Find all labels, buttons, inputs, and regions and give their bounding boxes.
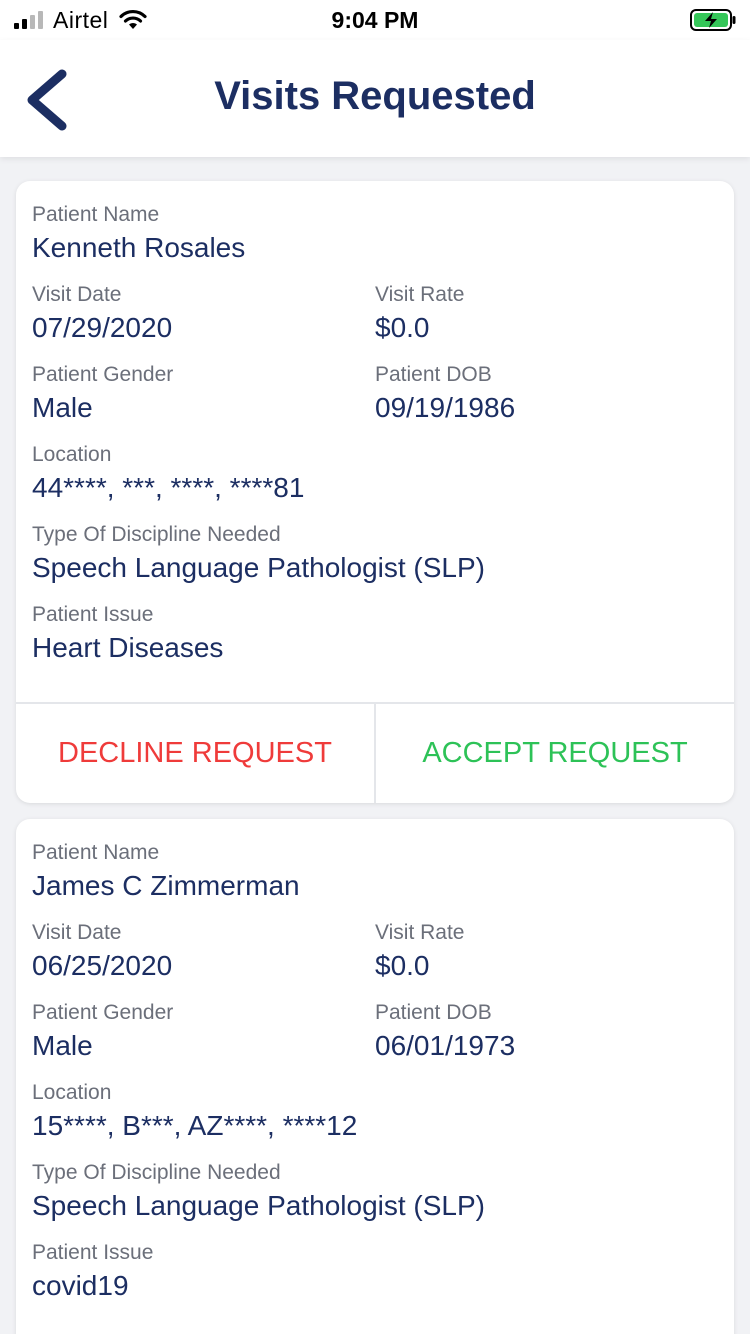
location-field: Location 15****, B***, AZ****, ****12 — [32, 1079, 718, 1145]
visit-date-field: Visit Date 06/25/2020 — [32, 919, 375, 985]
location-label: Location — [32, 1081, 112, 1104]
app-header: Visits Requested — [0, 40, 750, 157]
visit-rate-label: Visit Rate — [375, 283, 465, 306]
patient-gender-field: Patient Gender Male — [32, 999, 375, 1065]
patient-dob-value: 06/01/1973 — [375, 1030, 516, 1061]
patient-name-field: Patient Name James C Zimmerman — [32, 839, 718, 905]
patient-dob-field: Patient DOB 09/19/1986 — [375, 361, 718, 427]
patient-info-row: Patient Gender Male Patient DOB 06/01/19… — [32, 999, 718, 1079]
discipline-field: Type Of Discipline Needed Speech Languag… — [32, 1159, 718, 1225]
patient-dob-label: Patient DOB — [375, 363, 492, 386]
patient-info-row: Patient Gender Male Patient DOB 09/19/19… — [32, 361, 718, 441]
visit-rate-value: $0.0 — [375, 950, 430, 981]
patient-dob-field: Patient DOB 06/01/1973 — [375, 999, 718, 1065]
patient-gender-label: Patient Gender — [32, 363, 174, 386]
location-field: Location 44****, ***, ****, ****81 — [32, 441, 718, 507]
visit-date-label: Visit Date — [32, 921, 122, 944]
visit-rate-field: Visit Rate $0.0 — [375, 281, 718, 347]
visit-date-value: 06/25/2020 — [32, 950, 173, 981]
patient-gender-label: Patient Gender — [32, 1001, 174, 1024]
patient-issue-label: Patient Issue — [32, 1241, 154, 1264]
visit-date-field: Visit Date 07/29/2020 — [32, 281, 375, 347]
decline-request-button[interactable]: DECLINE REQUEST — [16, 704, 376, 803]
status-time: 9:04 PM — [331, 7, 419, 33]
page-title: Visits Requested — [214, 74, 536, 118]
card-body: Patient Name James C Zimmerman Visit Dat… — [16, 819, 734, 1305]
patient-issue-value: Heart Diseases — [32, 632, 224, 663]
visit-info-row: Visit Date 07/29/2020 Visit Rate $0.0 — [32, 281, 718, 361]
accept-request-button[interactable]: ACCEPT REQUEST — [376, 704, 734, 803]
location-value: 44****, ***, ****, ****81 — [32, 472, 305, 503]
patient-issue-label: Patient Issue — [32, 603, 154, 626]
patient-issue-value: covid19 — [32, 1270, 129, 1301]
patient-name-label: Patient Name — [32, 203, 160, 226]
patient-gender-value: Male — [32, 1030, 93, 1061]
visit-info-row: Visit Date 06/25/2020 Visit Rate $0.0 — [32, 919, 718, 999]
patient-issue-field: Patient Issue Heart Diseases — [32, 601, 718, 667]
patient-dob-label: Patient DOB — [375, 1001, 492, 1024]
patient-gender-value: Male — [32, 392, 93, 423]
patient-name-value: James C Zimmerman — [32, 870, 300, 901]
battery-charging-icon — [690, 9, 736, 31]
visit-date-label: Visit Date — [32, 283, 122, 306]
card-body: Patient Name Kenneth Rosales Visit Date … — [16, 181, 734, 667]
patient-gender-field: Patient Gender Male — [32, 361, 375, 427]
discipline-field: Type Of Discipline Needed Speech Languag… — [32, 521, 718, 587]
patient-name-value: Kenneth Rosales — [32, 232, 246, 263]
patient-name-field: Patient Name Kenneth Rosales — [32, 201, 718, 267]
visit-request-card: Patient Name Kenneth Rosales Visit Date … — [16, 181, 734, 803]
location-label: Location — [32, 443, 112, 466]
visit-date-value: 07/29/2020 — [32, 312, 173, 343]
visit-rate-label: Visit Rate — [375, 921, 465, 944]
visit-request-card: Patient Name James C Zimmerman Visit Dat… — [16, 819, 734, 1334]
patient-issue-field: Patient Issue covid19 — [32, 1239, 718, 1305]
location-value: 15****, B***, AZ****, ****12 — [32, 1110, 358, 1141]
discipline-value: Speech Language Pathologist (SLP) — [32, 552, 485, 583]
status-bar: Airtel 9:04 PM — [0, 0, 750, 40]
visit-rate-value: $0.0 — [375, 312, 430, 343]
visit-rate-field: Visit Rate $0.0 — [375, 919, 718, 985]
patient-dob-value: 09/19/1986 — [375, 392, 516, 423]
discipline-label: Type Of Discipline Needed — [32, 523, 281, 546]
card-actions: DECLINE REQUEST ACCEPT REQUEST — [16, 702, 734, 803]
discipline-value: Speech Language Pathologist (SLP) — [32, 1190, 485, 1221]
discipline-label: Type Of Discipline Needed — [32, 1161, 281, 1184]
patient-name-label: Patient Name — [32, 841, 160, 864]
